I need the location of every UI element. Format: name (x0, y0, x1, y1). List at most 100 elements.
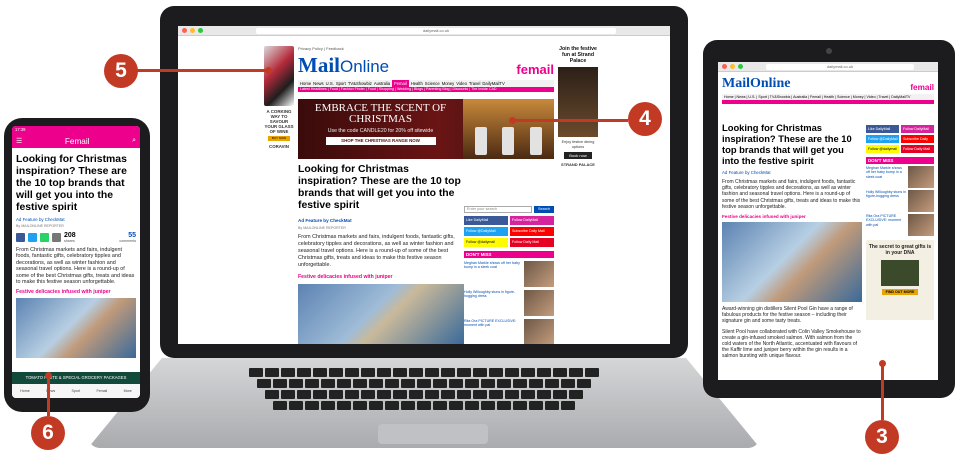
tablet-browser-toolbar: dailymail.co.uk (718, 62, 938, 72)
nav-item-video[interactable]: Video (456, 80, 467, 87)
search-icon[interactable]: ⌕ (132, 137, 136, 145)
keyboard-key (481, 401, 495, 410)
keyboard-key (481, 379, 495, 388)
phone-nav-sport[interactable]: Sport (71, 389, 80, 393)
nav-item-tv-showbiz[interactable]: TV&Showbiz (348, 80, 372, 87)
femail-subnav[interactable]: Latest Headlines | Food | Fashion Finder… (298, 87, 554, 92)
keyboard-key (553, 368, 567, 377)
minimize-window-icon[interactable] (190, 28, 195, 33)
tablet-nav[interactable]: Home | News | U.S. | Sport | TV&Showbiz … (722, 94, 934, 100)
dna-ad-button[interactable]: FIND OUT MORE (882, 289, 918, 295)
phone-bottom-ad[interactable]: TOMATO PASTE & SPECIAL GROCERY PACKAGES (12, 372, 140, 384)
callout-3-dot (879, 360, 886, 367)
tablet-social-follow-button[interactable]: Subscribe Daily Mail (901, 135, 934, 150)
keyboard-key (353, 401, 367, 410)
dont-miss-item-text: Meghan Markle shows off her baby bump in… (464, 261, 520, 270)
keyboard-key (489, 368, 503, 377)
social-follow-button[interactable]: Follow Daily Mail (510, 238, 554, 247)
phone-nav-femail[interactable]: Femail (96, 389, 107, 393)
right-ad-book-button[interactable]: Book now (564, 152, 592, 160)
tablet-sidebar: Like DailyMail Follow DailyMail Follow @Da… (866, 122, 934, 320)
nav-item-sport[interactable]: Sport (336, 80, 346, 87)
dna-gift-box-image (881, 260, 919, 286)
tablet-body-text: From Christmas markets and fairs, indulg… (722, 179, 861, 210)
social-follow-button[interactable]: Follow @DailyMail (464, 227, 508, 236)
phone-nav-home[interactable]: Home (20, 389, 30, 393)
keyboard-key (369, 401, 383, 410)
banner-shop-button[interactable]: SHOP THE CHRISTMAS RANGE NOW (325, 137, 436, 145)
search-button[interactable]: Search (534, 206, 554, 213)
dont-miss-item[interactable]: Rita Ora PICTURE EXCLUSIVE: moment with … (464, 319, 554, 344)
social-follow-button[interactable]: Follow @dailymail (464, 238, 508, 247)
dna-gift-ad[interactable]: The secret to great gifts is in your DNA… (866, 240, 934, 320)
dont-miss-item[interactable]: Holly Willoughby stuns in figure-hugging… (464, 290, 554, 316)
nav-item-femail[interactable]: Femail (392, 80, 409, 87)
phone-bottom-nav: Home News Sport Femail More (12, 384, 140, 398)
tablet-dont-miss-item[interactable]: Rita Ora PICTURE EXCLUSIVE: moment with … (866, 214, 934, 236)
strand-palace-ad[interactable]: Join the festive fun at Strand Palace En… (558, 46, 598, 167)
address-bar[interactable]: dailymail.co.uk (256, 27, 616, 34)
tablet-dont-miss-item[interactable]: Holly Willoughby stuns in figure-hugging… (866, 190, 934, 212)
keyboard-key (545, 401, 559, 410)
search-input[interactable]: Enter your search (464, 206, 532, 213)
comment-count[interactable]: 55 comments (119, 232, 136, 243)
nav-item-science[interactable]: Science (425, 80, 440, 87)
keyboard-key (361, 390, 375, 399)
social-follow-button[interactable]: Follow DailyMail (510, 216, 554, 225)
keyboard-key (473, 390, 487, 399)
tablet-dont-miss-item[interactable]: Meghan Markle shows off her baby bump in… (866, 166, 934, 188)
keyboard-key (329, 368, 343, 377)
tablet-social-follow-button[interactable]: Follow Daily Mail (901, 145, 934, 153)
keyboard-key (297, 368, 311, 377)
keyboard-key (369, 379, 383, 388)
nav-item-australia[interactable]: Australia (374, 80, 390, 87)
nav-item-home[interactable]: Home (300, 80, 311, 87)
whatsapp-share-icon[interactable] (40, 233, 49, 242)
keyboard-key (313, 390, 327, 399)
tablet-social-follow-button[interactable]: Like DailyMail (866, 125, 899, 133)
nav-item-health[interactable]: Health (411, 80, 423, 87)
keyboard-key (265, 368, 279, 377)
mailonline-logo[interactable]: MailOnline (298, 55, 389, 77)
keyboard-key (529, 379, 543, 388)
nav-item-u-s-[interactable]: U.S. (326, 80, 334, 87)
candle-banner-ad[interactable]: EMBRACE THE SCENT OF CHRISTMAS Use the c… (298, 99, 554, 159)
nav-item-money[interactable]: Money (442, 80, 455, 87)
tablet-social-follow-button[interactable]: Follow DailyMail (901, 125, 934, 133)
tablet-address-bar[interactable]: dailymail.co.uk (766, 63, 914, 70)
tablet-logo[interactable]: MailOnline (722, 76, 790, 92)
social-follow-button[interactable]: Like DailyMail (464, 216, 508, 225)
tablet-social-follow-button[interactable]: Follow @DailyMail (866, 135, 899, 143)
nav-item-travel[interactable]: Travel (469, 80, 480, 87)
email-share-icon[interactable] (52, 233, 61, 242)
maximize-window-icon[interactable] (738, 64, 743, 69)
keyboard-key (305, 401, 319, 410)
candle-icon (530, 127, 543, 155)
nav-item-news[interactable]: News (313, 80, 323, 87)
keyboard-key (441, 390, 455, 399)
close-window-icon[interactable] (722, 64, 727, 69)
maximize-window-icon[interactable] (198, 28, 203, 33)
dont-miss-thumbnail (524, 290, 554, 316)
tablet-femail-logo[interactable]: femail (910, 83, 934, 92)
keyboard-key (305, 379, 319, 388)
femail-logo[interactable]: femail (516, 62, 554, 77)
callout-4-dot (509, 117, 516, 124)
keyboard-key (393, 390, 407, 399)
minimize-window-icon[interactable] (730, 64, 735, 69)
tablet-social-follow-button[interactable]: Follow @dailymail (866, 145, 899, 153)
dont-miss-item[interactable]: Meghan Markle shows off her baby bump in… (464, 261, 554, 287)
keyboard-key (377, 368, 391, 377)
phone-status-bar: 17:39 (12, 126, 140, 134)
phone-crackers-photo (16, 298, 136, 359)
tablet-subnav[interactable] (722, 100, 934, 104)
twitter-share-icon[interactable] (28, 233, 37, 242)
left-ad-buy-button[interactable]: BUY NOW (268, 136, 290, 141)
social-follow-button[interactable]: Subscribe Daily Mail (510, 227, 554, 236)
phone-nav-more[interactable]: More (124, 389, 132, 393)
keyboard-key (521, 368, 535, 377)
facebook-share-icon[interactable] (16, 233, 25, 242)
nav-item-dailymailtv[interactable]: DailyMailTV (482, 80, 504, 87)
close-window-icon[interactable] (182, 28, 187, 33)
tablet-body-text-2: Award-winning gin distillers Silent Pool… (722, 306, 853, 325)
